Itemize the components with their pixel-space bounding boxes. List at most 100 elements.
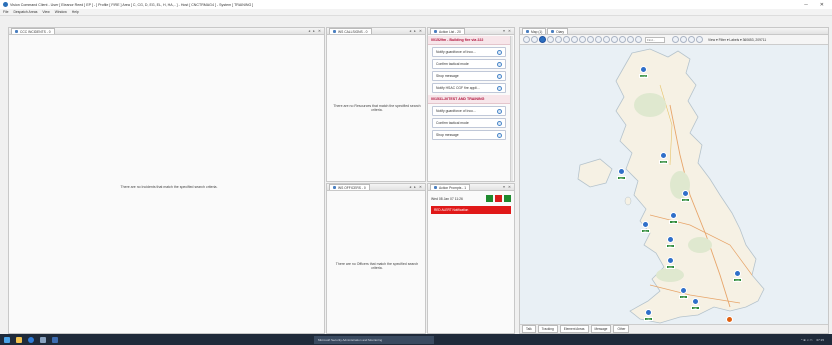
bottom-tab-talk[interactable]: Talk [522,325,536,333]
action-list-controls[interactable]: ▾ ✕ [503,29,512,33]
officers-panel-controls[interactable]: ◂ ▸ ✕ [409,185,423,189]
map-tool-button[interactable] [563,36,570,43]
tab-callsigns[interactable]: WS CALLSIGNS - 0 [329,28,372,34]
incidents-panel-controls[interactable]: ◂ ▸ ✕ [308,29,322,33]
action-item[interactable]: Shop message [432,71,506,81]
map-marker[interactable] [667,257,674,264]
tab-callsigns-label: WS CALLSIGNS - 0 [338,29,368,34]
action-go-icon[interactable] [497,49,502,55]
map-tool-button[interactable] [547,36,554,43]
map-marker-label: BRC [666,244,675,248]
map-marker[interactable] [734,270,741,277]
action-item[interactable]: Notify HSAC CGF fire appli... [432,83,506,93]
map-tool-button[interactable] [595,36,602,43]
map-marker[interactable] [660,152,667,159]
map-tool-button[interactable] [523,36,530,43]
map-tool-button[interactable] [571,36,578,43]
action-go-icon[interactable] [497,73,502,79]
action-item[interactable]: Notify guardforce of Inco... [432,106,506,116]
map-marker[interactable] [640,66,647,73]
map-marker[interactable] [642,221,649,228]
taskbar-window-label: Microsoft Security Administration and Mo… [318,337,383,342]
action-prompts-controls[interactable]: ▾ ✕ [503,185,512,189]
action-item[interactable]: Confirm tactical mode [432,118,506,128]
action-go-icon[interactable] [497,85,502,91]
action-item[interactable]: Notify guardforce of Inco... [432,47,506,57]
taskbar-window-item[interactable]: Microsoft Security Administration and Mo… [314,335,434,344]
map-marker[interactable] [682,190,689,197]
map-tool-button[interactable] [627,36,634,43]
map-marker[interactable] [667,236,674,243]
action-list-header: Action List - 20 ▾ ✕ [428,28,514,35]
app-icon[interactable] [52,336,58,343]
map-search-input[interactable] [645,36,665,43]
menu-view[interactable]: View [42,10,49,14]
map-tool-button[interactable] [579,36,586,43]
tab-diary[interactable]: Diary [547,28,569,34]
prompt-row[interactable]: Wed 08 Jan 07 11:26 [431,194,511,203]
action-list-scrollbar[interactable] [510,36,513,181]
map-tool-button[interactable] [555,36,562,43]
tab-map[interactable]: Map (1) [522,28,547,34]
action-item[interactable]: Shop message [432,130,506,140]
tab-incidents[interactable]: CCC INCIDENTS - 0 [11,28,55,34]
menu-help[interactable]: Help [72,10,79,14]
action-go-icon[interactable] [497,120,502,126]
map-marker-label: CRG3 [659,160,668,164]
map-view[interactable]: DCWS CRG3 NUC ESS CH WA1 BRC EX4 LEN LUF… [520,45,828,333]
action-list-panel: Action List - 20 ▾ ✕ 001529m - Building … [427,27,515,182]
map-tool-button-active[interactable] [539,36,546,43]
bottom-tab-tracking[interactable]: Tracking [537,325,558,333]
prompt-accept-button[interactable] [486,195,493,202]
browser-icon[interactable] [28,336,34,343]
tab-action-prompts[interactable]: Action Prompts - 1 [430,184,471,190]
menu-window[interactable]: Window [55,10,67,14]
bottom-tab-other[interactable]: Other [613,325,630,333]
action-go-icon[interactable] [497,61,502,67]
tray-icons[interactable]: ^ ⊕ ♫ ▭ [801,338,813,342]
map-toolbar-options[interactable]: View ▾ Filter ▾ Labels ▾ 360653, 209711 [708,38,766,42]
prompt-confirm-button[interactable] [504,195,511,202]
prompt-alert-bar[interactable]: RED ALERT Notification [431,206,511,214]
map-tool-button[interactable] [619,36,626,43]
map-tool-button[interactable] [696,36,703,43]
map-tool-button[interactable] [531,36,538,43]
map-marker[interactable] [692,298,699,305]
tab-officers[interactable]: WS OFFICERS - 0 [329,184,370,190]
map-tool-button[interactable] [603,36,610,43]
app-icon[interactable] [40,336,46,343]
tab-officers-label: WS OFFICERS - 0 [338,185,366,190]
tray-clock[interactable]: 07:15 [816,338,824,342]
action-item[interactable]: Confirm tactical mode [432,59,506,69]
map-tool-button[interactable] [680,36,687,43]
tab-action-list-label: Action List - 20 [439,29,461,34]
bottom-tab-element-areas[interactable]: Element Areas [559,325,589,333]
map-tool-button[interactable] [611,36,618,43]
map-tool-button[interactable] [635,36,642,43]
action-go-icon[interactable] [497,132,502,138]
bottom-tab-message[interactable]: Message [590,325,612,333]
action-prompts-header: Action Prompts - 1 ▾ ✕ [428,184,514,191]
close-button[interactable]: ✕ [820,2,824,8]
file-explorer-icon[interactable] [16,336,22,343]
map-marker[interactable] [670,212,677,219]
action-go-icon[interactable] [497,108,502,114]
minimize-button[interactable]: ─ [804,2,808,8]
start-icon[interactable] [4,336,10,343]
map-marker[interactable] [645,309,652,316]
officers-panel-header: WS OFFICERS - 0 ◂ ▸ ✕ [327,184,425,191]
map-marker[interactable] [618,168,625,175]
callsigns-panel-controls[interactable]: ◂ ▸ ✕ [409,29,423,33]
prompt-reject-button[interactable] [495,195,502,202]
menu-file[interactable]: File [3,10,8,14]
map-marker-fire[interactable] [726,316,733,323]
map-marker[interactable] [680,287,687,294]
title-bar: Vision Command Client - User [ Eleanor R… [0,0,832,9]
map-tool-button[interactable] [587,36,594,43]
incidents-empty-message: There are no Incidents that match the sp… [120,185,218,189]
tab-action-list[interactable]: Action List - 20 [430,28,465,34]
action-prompts-panel: Action Prompts - 1 ▾ ✕ Wed 08 Jan 07 11:… [427,183,515,334]
menu-despatch-areas[interactable]: Despatch Areas [13,10,37,14]
map-tool-button[interactable] [672,36,679,43]
map-tool-button[interactable] [688,36,695,43]
